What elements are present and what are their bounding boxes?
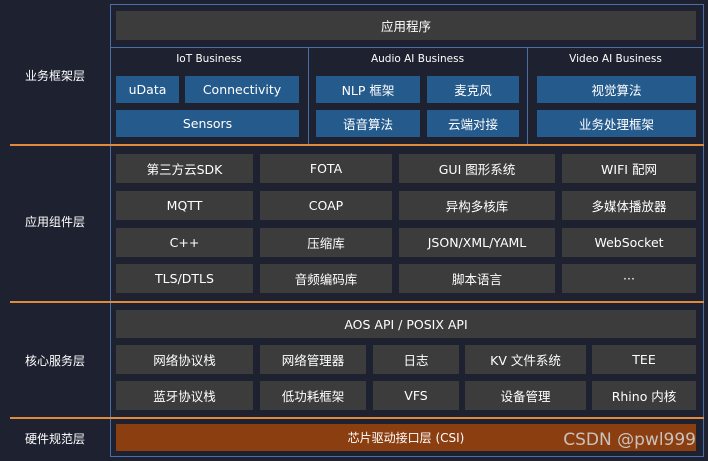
core-service-box: KV 文件系统 xyxy=(465,345,586,374)
component-box: COAP xyxy=(260,191,392,220)
component-box: 脚本语言 xyxy=(399,264,555,293)
microphone-box: 麦克风 xyxy=(427,76,519,103)
component-box: WIFI 配网 xyxy=(562,154,696,183)
layer-label-component: 应用组件层 xyxy=(0,213,110,230)
core-service-box: 日志 xyxy=(373,345,459,374)
component-box: ··· xyxy=(562,264,696,293)
iot-business-title: IoT Business xyxy=(110,53,308,65)
sensors-box: Sensors xyxy=(116,110,299,137)
component-box: C++ xyxy=(116,228,253,257)
core-service-box: TEE xyxy=(592,345,696,374)
nlp-framework-box: NLP 框架 xyxy=(316,76,420,103)
component-box: TLS/DTLS xyxy=(116,264,253,293)
core-service-box: 网络管理器 xyxy=(260,345,366,374)
video-business-title: Video AI Business xyxy=(527,53,704,65)
component-box: 多媒体播放器 xyxy=(562,191,696,220)
component-box: 压缩库 xyxy=(260,228,392,257)
layer-label-core: 核心服务层 xyxy=(0,352,110,369)
component-box: GUI 图形系统 xyxy=(399,154,555,183)
component-box: FOTA xyxy=(260,154,392,183)
business-framework-box: 业务处理框架 xyxy=(537,110,696,137)
layer-separator xyxy=(10,417,704,419)
core-service-box: Rhino 内核 xyxy=(592,381,696,410)
watermark-text: CSDN @pwl999 xyxy=(563,430,696,450)
group-divider xyxy=(110,47,704,48)
speech-algorithm-box: 语音算法 xyxy=(316,110,420,137)
core-service-box: 低功耗框架 xyxy=(260,381,366,410)
connectivity-box: Connectivity xyxy=(185,76,299,103)
udata-box: uData xyxy=(116,76,179,103)
core-service-box: 蓝牙协议栈 xyxy=(116,381,253,410)
core-service-box: 网络协议栈 xyxy=(116,345,253,374)
core-service-box: 设备管理 xyxy=(465,381,586,410)
component-box: 第三方云SDK xyxy=(116,154,253,183)
api-box: AOS API / POSIX API xyxy=(116,310,696,338)
component-box: 音频编码库 xyxy=(260,264,392,293)
core-service-box: VFS xyxy=(373,381,459,410)
layer-label-business: 业务框架层 xyxy=(0,67,110,84)
vision-algorithm-box: 视觉算法 xyxy=(537,76,696,103)
component-box: 异构多核库 xyxy=(399,191,555,220)
layer-label-hardware: 硬件规范层 xyxy=(0,430,110,447)
component-box: MQTT xyxy=(116,191,253,220)
app-program-box: 应用程序 xyxy=(116,11,696,40)
component-box: WebSocket xyxy=(562,228,696,257)
cloud-connect-box: 云端对接 xyxy=(427,110,519,137)
layer-separator xyxy=(10,301,704,303)
audio-business-title: Audio AI Business xyxy=(308,53,527,65)
layer-separator xyxy=(10,144,704,146)
component-box: JSON/XML/YAML xyxy=(399,228,555,257)
